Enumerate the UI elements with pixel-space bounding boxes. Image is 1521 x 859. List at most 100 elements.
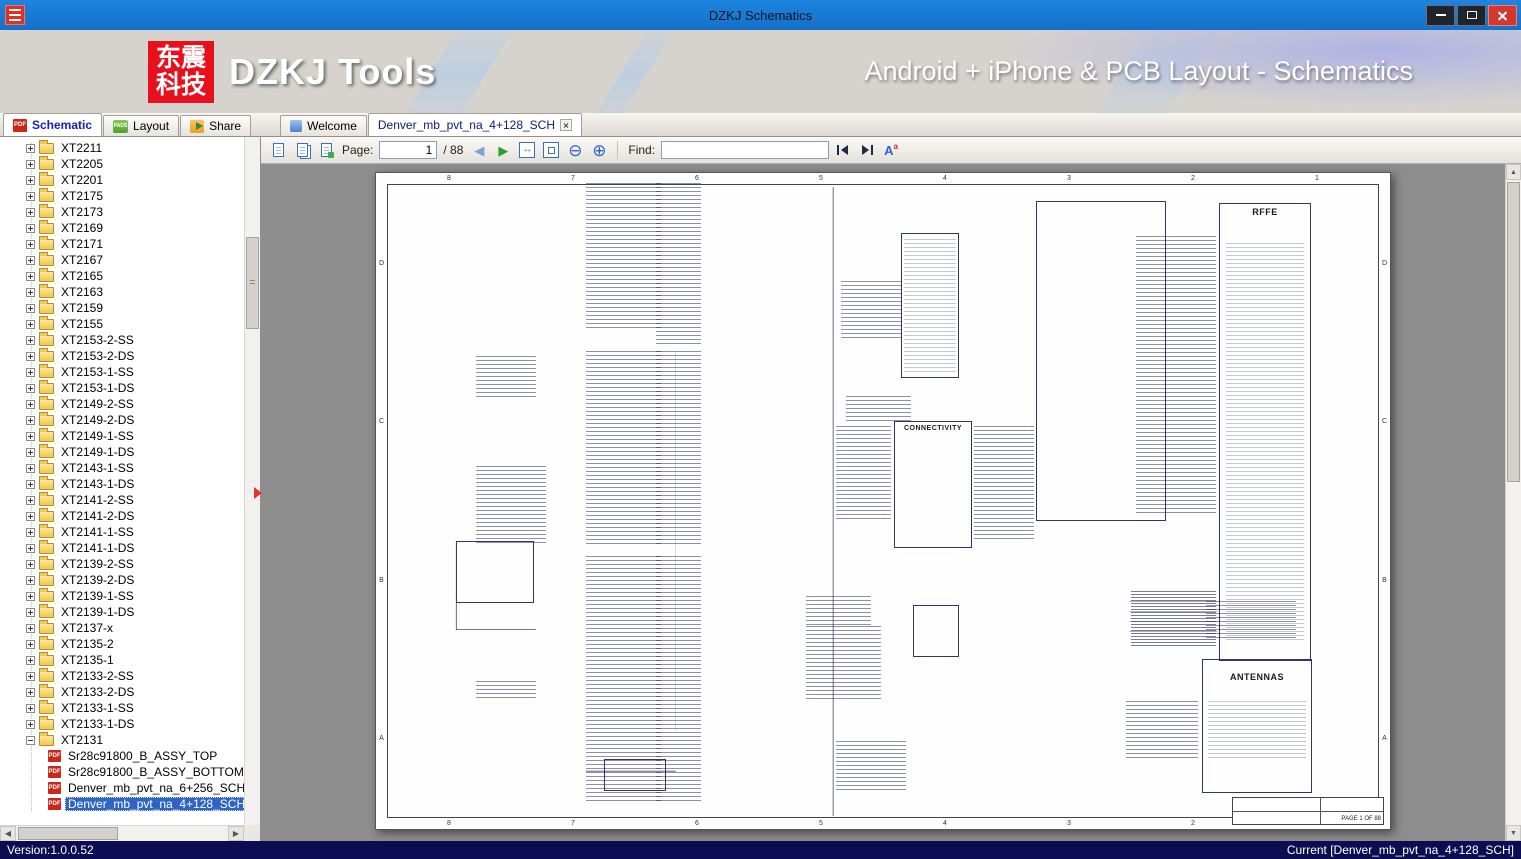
tree-folder-row[interactable]: XT2175 [26, 188, 244, 204]
tree-folder-row[interactable]: XT2159 [26, 300, 244, 316]
tab-layout[interactable]: Layout [103, 115, 179, 136]
tree-folder-row[interactable]: XT2205 [26, 156, 244, 172]
zoom-in-button[interactable]: ⊕ [589, 140, 609, 160]
tree-folder-row[interactable]: XT2153-1-SS [26, 364, 244, 380]
scroll-up-icon[interactable]: ▲ [1506, 164, 1521, 180]
tree-folder-row[interactable]: XT2141-1-SS [26, 524, 244, 540]
tree-folder-row[interactable]: XT2143-1-DS [26, 476, 244, 492]
scrollbar-thumb[interactable] [246, 237, 259, 329]
tree-folder-row[interactable]: XT2141-2-DS [26, 508, 244, 524]
expand-toggle-icon[interactable] [26, 240, 35, 249]
next-page-button[interactable]: ▶ [493, 140, 513, 160]
scroll-right-icon[interactable]: ▶ [228, 826, 244, 841]
expand-toggle-icon[interactable] [26, 512, 35, 521]
expand-toggle-icon[interactable] [26, 656, 35, 665]
tree-folder-row[interactable]: XT2139-1-DS [26, 604, 244, 620]
expand-toggle-icon[interactable] [26, 320, 35, 329]
tree-folder-row[interactable]: XT2153-2-SS [26, 332, 244, 348]
tree-folder-row[interactable]: XT2141-2-SS [26, 492, 244, 508]
expand-toggle-icon[interactable] [26, 704, 35, 713]
tab-share[interactable]: Share [180, 115, 251, 136]
tree-file-row[interactable]: Sr28c91800_B_ASSY_TOP [48, 748, 244, 764]
expand-toggle-icon[interactable] [26, 448, 35, 457]
continuous-view-button[interactable] [316, 140, 336, 160]
facing-page-view-button[interactable] [292, 140, 312, 160]
expand-toggle-icon[interactable] [26, 672, 35, 681]
tree-folder-row[interactable]: XT2135-2 [26, 636, 244, 652]
tree-folder-row[interactable]: XT2133-2-SS [26, 668, 244, 684]
tree-folder-row[interactable]: XT2149-2-SS [26, 396, 244, 412]
tree-folder-row[interactable]: XT2149-1-SS [26, 428, 244, 444]
viewer-vertical-scrollbar[interactable]: ▲ ▼ [1505, 164, 1521, 841]
tree-folder-row[interactable]: XT2131 [26, 732, 244, 748]
tab-schematic[interactable]: Schematic [3, 113, 102, 136]
previous-page-button[interactable]: ◀ [469, 140, 489, 160]
expand-toggle-icon[interactable] [26, 496, 35, 505]
tree-folder-row[interactable]: XT2149-1-DS [26, 444, 244, 460]
expand-toggle-icon[interactable] [26, 192, 35, 201]
expand-toggle-icon[interactable] [26, 288, 35, 297]
expand-toggle-icon[interactable] [26, 224, 35, 233]
page-number-input[interactable] [379, 141, 437, 159]
expand-toggle-icon[interactable] [26, 384, 35, 393]
expand-toggle-icon[interactable] [26, 544, 35, 553]
tree-folder-row[interactable]: XT2171 [26, 236, 244, 252]
scrollbar-thumb[interactable] [18, 827, 118, 840]
tree-folder-row[interactable]: XT2139-2-DS [26, 572, 244, 588]
tree-file-row[interactable]: Sr28c91800_B_ASSY_BOTTOM [48, 764, 244, 780]
expand-toggle-icon[interactable] [26, 736, 35, 745]
zoom-out-button[interactable]: ⊖ [565, 140, 585, 160]
expand-toggle-icon[interactable] [26, 640, 35, 649]
tree-folder-row[interactable]: XT2201 [26, 172, 244, 188]
expand-toggle-icon[interactable] [26, 304, 35, 313]
sidebar-splitter-arrow[interactable] [254, 487, 262, 499]
tree-folder-row[interactable]: XT2153-2-DS [26, 348, 244, 364]
expand-toggle-icon[interactable] [26, 432, 35, 441]
sidebar-vertical-scrollbar[interactable] [244, 137, 260, 825]
tree-folder-row[interactable]: XT2133-2-DS [26, 684, 244, 700]
tree-folder-row[interactable]: XT2133-1-DS [26, 716, 244, 732]
tree-folder-row[interactable]: XT2149-2-DS [26, 412, 244, 428]
expand-toggle-icon[interactable] [26, 480, 35, 489]
close-tab-icon[interactable] [560, 119, 572, 131]
scroll-left-icon[interactable]: ◀ [0, 826, 16, 841]
expand-toggle-icon[interactable] [26, 608, 35, 617]
tree-folder-row[interactable]: XT2169 [26, 220, 244, 236]
tree-folder-row[interactable]: XT2163 [26, 284, 244, 300]
tree-folder-row[interactable]: XT2143-1-SS [26, 460, 244, 476]
expand-toggle-icon[interactable] [26, 256, 35, 265]
expand-toggle-icon[interactable] [26, 592, 35, 601]
tree-folder-row[interactable]: XT2141-1-DS [26, 540, 244, 556]
scroll-down-icon[interactable]: ▼ [1506, 825, 1521, 841]
single-page-view-button[interactable] [268, 140, 288, 160]
tree-folder-row[interactable]: XT2167 [26, 252, 244, 268]
tree-folder-row[interactable]: XT2153-1-DS [26, 380, 244, 396]
expand-toggle-icon[interactable] [26, 208, 35, 217]
expand-toggle-icon[interactable] [26, 368, 35, 377]
expand-toggle-icon[interactable] [26, 528, 35, 537]
minimize-button[interactable] [1426, 5, 1455, 26]
match-case-button[interactable] [881, 140, 901, 160]
tree-folder-row[interactable]: XT2211 [26, 140, 244, 156]
expand-toggle-icon[interactable] [26, 464, 35, 473]
find-previous-button[interactable] [833, 140, 853, 160]
expand-toggle-icon[interactable] [26, 560, 35, 569]
expand-toggle-icon[interactable] [26, 400, 35, 409]
expand-toggle-icon[interactable] [26, 160, 35, 169]
expand-toggle-icon[interactable] [26, 352, 35, 361]
sidebar-horizontal-scrollbar[interactable]: ◀ ▶ [0, 825, 244, 841]
tree-folder-row[interactable]: XT2133-1-SS [26, 700, 244, 716]
expand-toggle-icon[interactable] [26, 624, 35, 633]
tree-folder-row[interactable]: XT2135-1 [26, 652, 244, 668]
expand-toggle-icon[interactable] [26, 176, 35, 185]
expand-toggle-icon[interactable] [26, 720, 35, 729]
find-input[interactable] [661, 141, 829, 159]
tree-folder-row[interactable]: XT2173 [26, 204, 244, 220]
viewer-canvas[interactable]: 87654321 87654321 DCBA DCBA [261, 164, 1521, 841]
expand-toggle-icon[interactable] [26, 336, 35, 345]
expand-toggle-icon[interactable] [26, 416, 35, 425]
find-next-button[interactable] [857, 140, 877, 160]
maximize-button[interactable] [1457, 5, 1486, 26]
tree-folder-row[interactable]: XT2155 [26, 316, 244, 332]
expand-toggle-icon[interactable] [26, 144, 35, 153]
